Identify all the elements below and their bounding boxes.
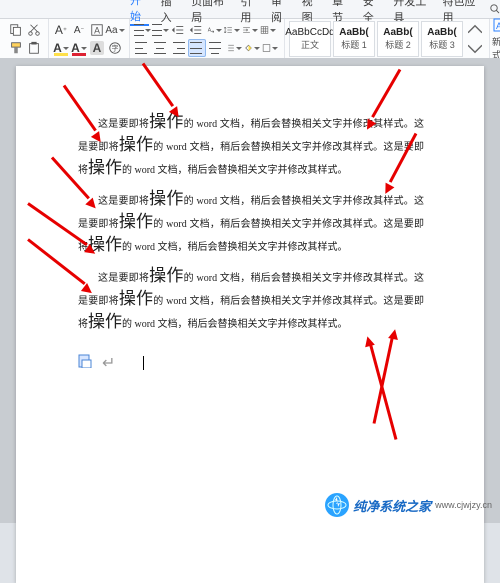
watermark: 纯净系统之家 www.cjwjzy.cn xyxy=(325,493,492,517)
svg-text:A: A xyxy=(208,28,212,34)
style-h2[interactable]: AaBb(标题 2 xyxy=(377,21,419,57)
paragraph: 这是要即将操作的 word 文档，稍后会替换相关文字并修改其样式。这是要即将操作… xyxy=(78,189,424,258)
font-color-icon[interactable]: A xyxy=(71,40,87,56)
section-break-icon xyxy=(78,354,92,373)
style-scroll-down-icon[interactable] xyxy=(467,40,483,56)
align-distribute-icon[interactable] xyxy=(208,40,224,56)
style-body[interactable]: AaBbCcDd正文 xyxy=(289,21,331,57)
font-highlight-icon[interactable]: A xyxy=(53,40,69,56)
search-icon[interactable] xyxy=(489,2,500,16)
shading-icon[interactable] xyxy=(244,40,260,56)
keyword: 操作 xyxy=(149,266,183,285)
new-style-button[interactable]: A+ 新样式 xyxy=(492,22,500,56)
paste-icon[interactable] xyxy=(26,40,42,56)
ribbon-group-clipboard xyxy=(4,19,49,59)
paragraph: 这是要即将操作的 word 文档，稍后会替换相关文字并修改其样式。这是要即将操作… xyxy=(78,266,424,335)
svg-text:A: A xyxy=(94,26,100,36)
copy-icon[interactable] xyxy=(8,22,24,38)
keyword: 操作 xyxy=(88,312,122,331)
align-justify-icon[interactable] xyxy=(188,39,206,57)
change-case-icon[interactable]: Aa xyxy=(107,22,123,38)
line-spacing-icon[interactable] xyxy=(224,22,240,38)
text-cursor xyxy=(143,356,144,370)
pilcrow-icon: ↵ xyxy=(102,353,115,373)
tab-char-icon[interactable] xyxy=(242,22,258,38)
char-shading-icon[interactable]: A xyxy=(89,40,105,56)
svg-text:字: 字 xyxy=(112,44,119,53)
show-marks-icon[interactable] xyxy=(260,22,276,38)
ribbon-group-paragraph: A xyxy=(130,19,285,59)
borders-icon[interactable] xyxy=(262,40,278,56)
watermark-url: www.cjwjzy.cn xyxy=(435,500,492,510)
text-direction-icon[interactable]: A xyxy=(206,22,222,38)
document-canvas: 这是要即将操作的 word 文档，稍后会替换相关文字并修改其样式。这是要即将操作… xyxy=(0,58,500,523)
increase-font-icon[interactable]: A⁺ xyxy=(53,22,69,38)
char-border-icon[interactable]: A xyxy=(89,22,105,38)
keyword: 操作 xyxy=(119,212,153,231)
watermark-title: 纯净系统之家 xyxy=(353,496,431,515)
keyword: 操作 xyxy=(119,135,153,154)
cut-icon[interactable] xyxy=(26,22,42,38)
para-spacing-icon[interactable] xyxy=(226,40,242,56)
keyword: 操作 xyxy=(149,189,183,208)
indent-inc-icon[interactable] xyxy=(188,22,204,38)
ribbon: A⁺ A⁻ A Aa A A A 字 A xyxy=(0,19,500,60)
align-left-icon[interactable] xyxy=(134,40,150,56)
ribbon-group-font-adjust: A⁺ A⁻ A Aa A A A 字 xyxy=(49,19,130,59)
globe-icon xyxy=(325,493,349,517)
indent-dec-icon[interactable] xyxy=(170,22,186,38)
style-h3[interactable]: AaBb(标题 3 xyxy=(421,21,463,57)
menu-tabs: 开始 插入 页面布局 引用 审阅 视图 章节 安全 开发工具 特色应用 xyxy=(0,0,500,19)
bullets-icon[interactable] xyxy=(134,22,150,38)
style-h1[interactable]: AaBb(标题 1 xyxy=(333,21,375,57)
format-painter-icon[interactable] xyxy=(8,40,24,56)
ribbon-group-styles: AaBbCcDd正文 AaBb(标题 1 AaBb(标题 2 AaBb(标题 3 xyxy=(285,19,490,59)
new-style-icon: A+ xyxy=(492,17,500,35)
keyword: 操作 xyxy=(88,158,122,177)
decrease-font-icon[interactable]: A⁻ xyxy=(71,22,87,38)
align-right-icon[interactable] xyxy=(170,40,186,56)
numbering-icon[interactable] xyxy=(152,22,168,38)
style-scroll-up-icon[interactable] xyxy=(467,22,483,38)
keyword: 操作 xyxy=(119,289,153,308)
enclose-icon[interactable]: 字 xyxy=(107,40,123,56)
align-center-icon[interactable] xyxy=(152,40,168,56)
document-body: 这是要即将操作的 word 文档，稍后会替换相关文字并修改其样式。这是要即将操作… xyxy=(78,112,424,373)
svg-text:A: A xyxy=(496,21,500,31)
